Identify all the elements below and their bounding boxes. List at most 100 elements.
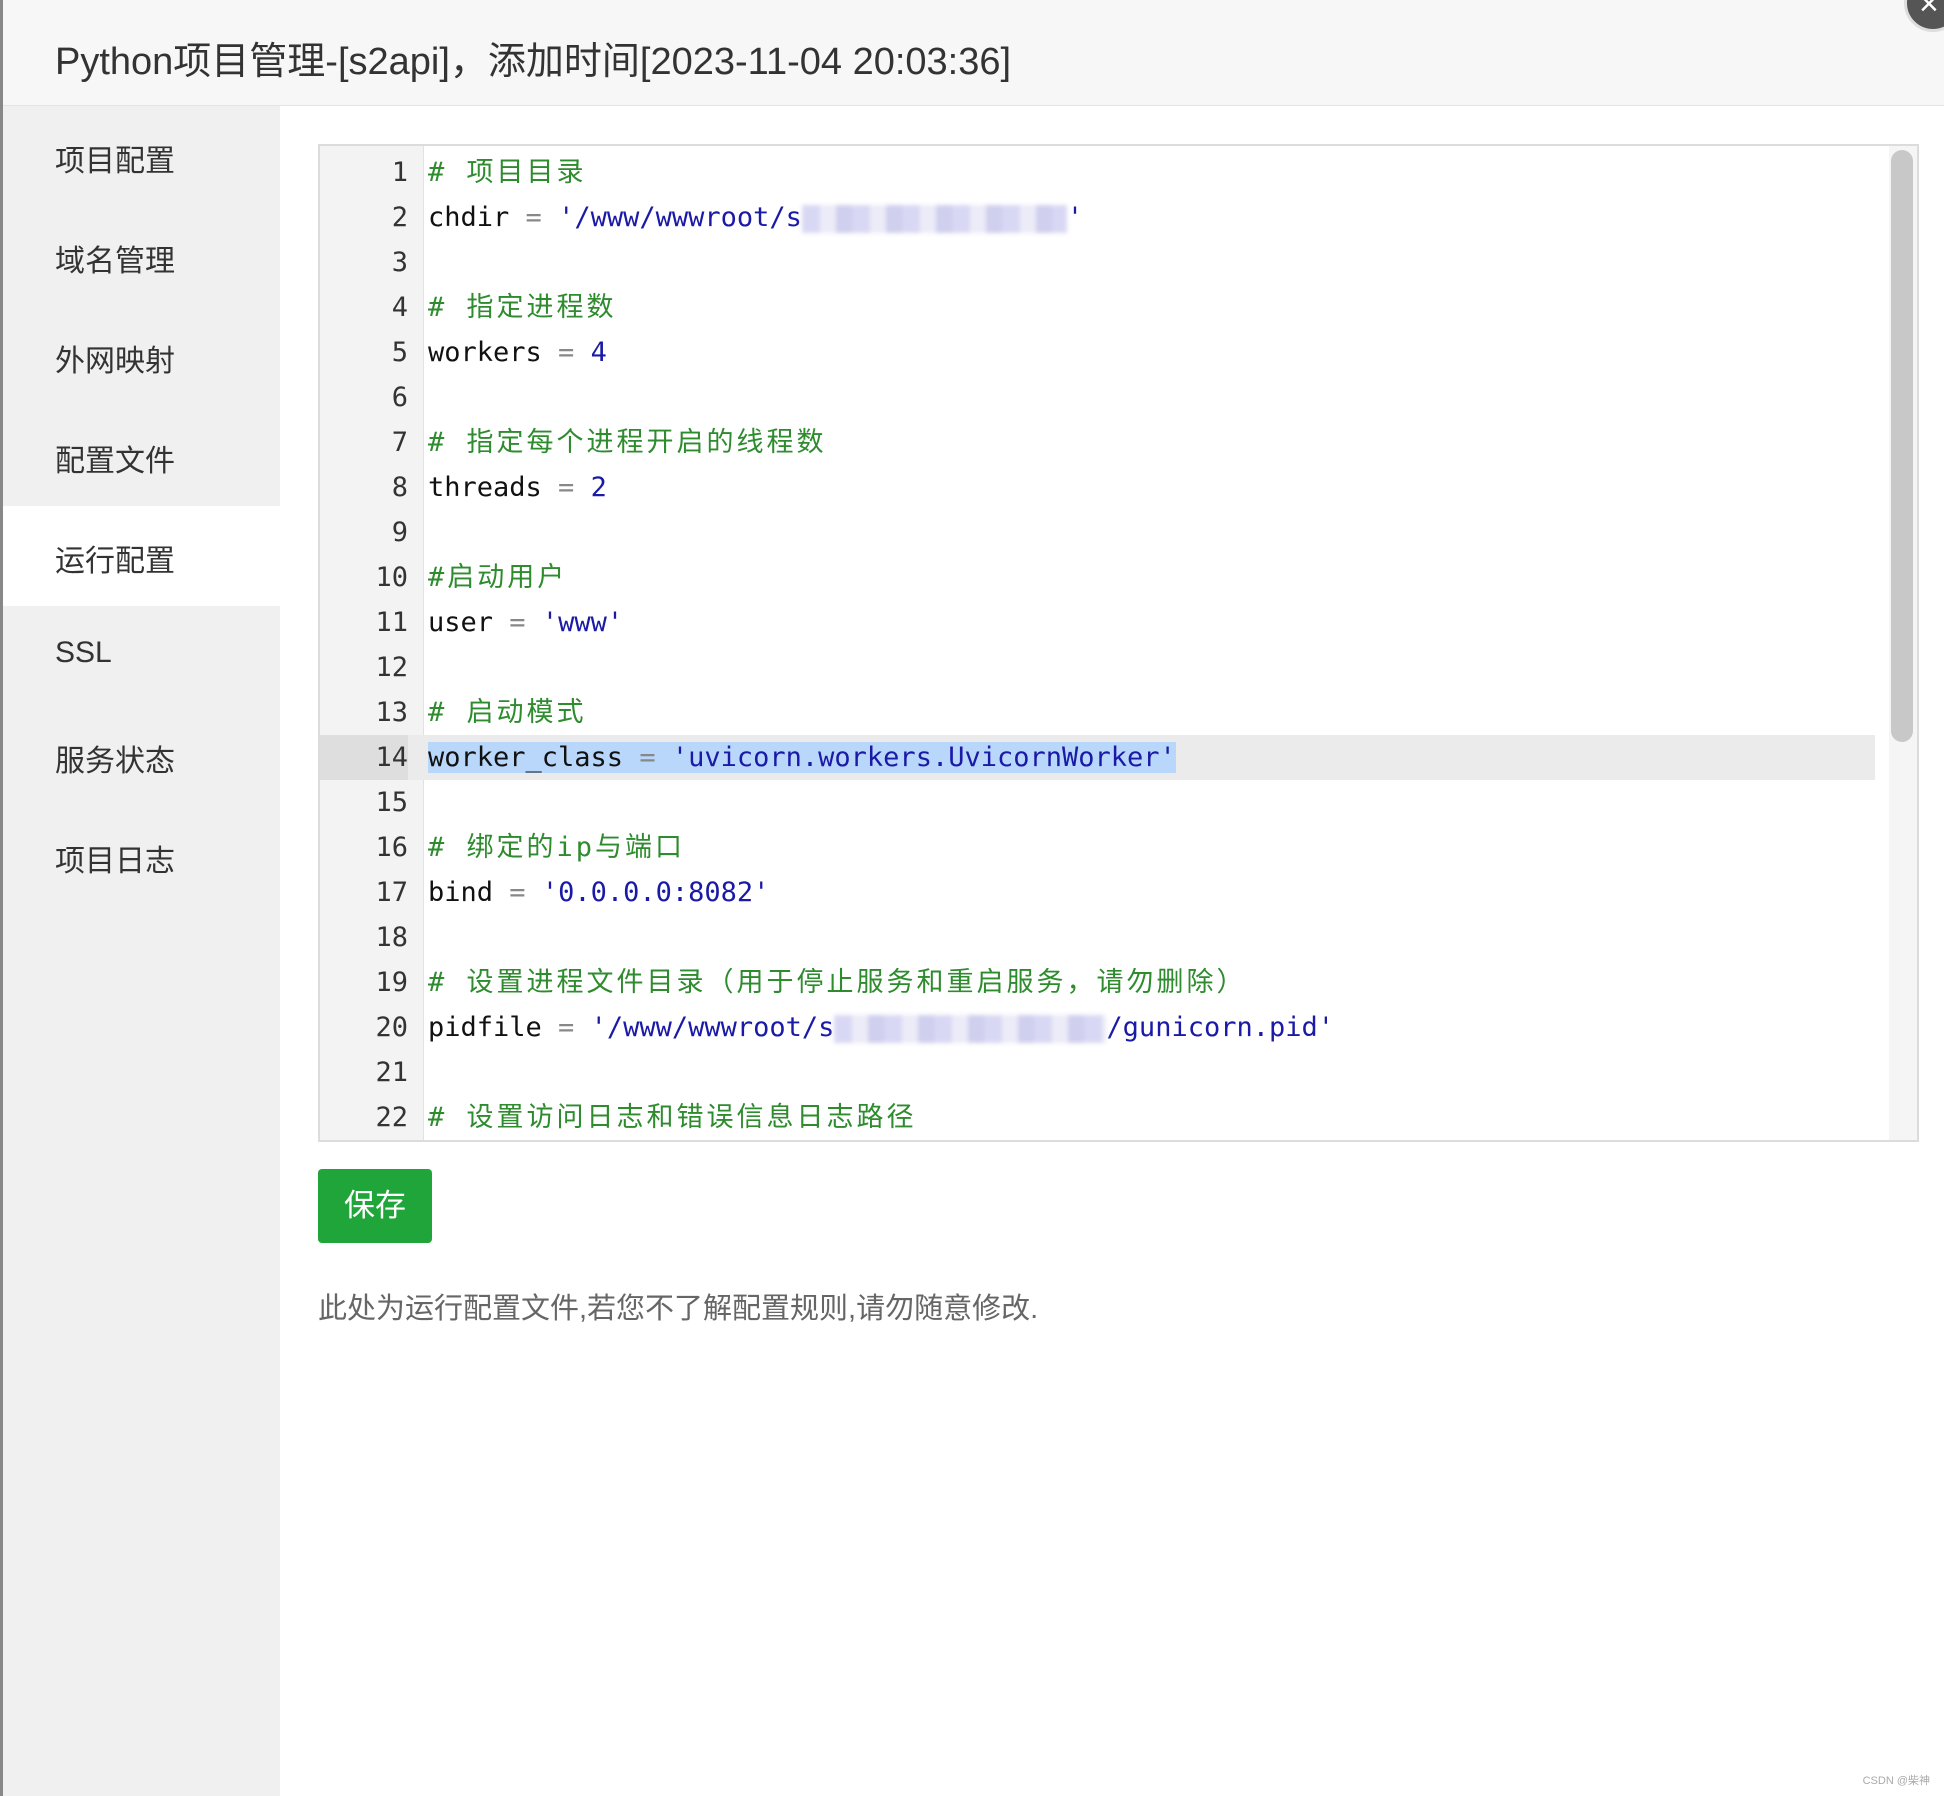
code-string: '/www/wwwroot/s — [590, 1012, 835, 1043]
code-line[interactable]: 10 #启动用户 — [320, 555, 1875, 600]
editor-scrollbar[interactable] — [1889, 146, 1917, 1140]
code-key: workers — [428, 337, 542, 368]
save-button[interactable]: 保存 — [318, 1169, 432, 1243]
dialog-titlebar: Python项目管理-[s2api]，添加时间[2023-11-04 20:03… — [3, 0, 1944, 106]
code-text: user = 'www' — [428, 600, 623, 645]
code-text: threads = 2 — [428, 465, 607, 510]
code-comment: # 设置进程文件目录（用于停止服务和重启服务，请勿删除） — [428, 967, 1247, 998]
code-string: 'www' — [541, 607, 624, 638]
line-number: 11 — [375, 607, 408, 638]
code-line[interactable]: 6 — [320, 375, 1875, 420]
sidebar-item-ssl[interactable]: SSL — [3, 606, 280, 706]
sidebar-item-label: 项目日志 — [55, 845, 175, 878]
line-number: 3 — [391, 247, 408, 278]
code-number: 2 — [590, 472, 607, 503]
code-line[interactable]: 1 # 项目目录 — [320, 150, 1875, 195]
code-key: chdir — [428, 202, 510, 233]
line-number: 10 — [375, 562, 408, 593]
line-number: 7 — [391, 427, 408, 458]
line-number: 4 — [391, 292, 408, 323]
code-line[interactable]: 4 # 指定进程数 — [320, 285, 1875, 330]
code-string: 'uvicorn.workers.UvicornWorker' — [671, 742, 1176, 773]
code-text: worker_class = 'uvicorn.workers.UvicornW… — [428, 735, 1176, 780]
code-comment: # 项目目录 — [428, 157, 587, 188]
code-text: # 设置访问日志和错误信息日志路径 — [428, 1095, 917, 1140]
sidebar-item-domain[interactable]: 域名管理 — [3, 206, 280, 306]
line-number: 19 — [375, 967, 408, 998]
code-line[interactable]: 11 user = 'www' — [320, 600, 1875, 645]
line-number: 6 — [391, 382, 408, 413]
code-line[interactable]: 9 — [320, 510, 1875, 555]
sidebar-item-service-status[interactable]: 服务状态 — [3, 706, 280, 806]
code-line[interactable]: 21 — [320, 1050, 1875, 1095]
code-comment: # 绑定的ip与端口 — [428, 832, 686, 863]
redacted-path — [834, 1014, 1107, 1043]
code-line[interactable]: 2 chdir = '/www/wwwroot/s ' — [320, 195, 1875, 240]
sidebar-item-external-mapping[interactable]: 外网映射 — [3, 306, 280, 406]
code-key: pidfile — [428, 1012, 542, 1043]
config-warning-text: 此处为运行配置文件,若您不了解配置规则,请勿随意修改. — [318, 1293, 1039, 1325]
sidebar-item-project-log[interactable]: 项目日志 — [3, 806, 280, 906]
line-number: 9 — [391, 517, 408, 548]
code-lines[interactable]: 1 # 项目目录 2 chdir = '/www/wwwroot/s ' 3 4 # 指定进程… — [320, 150, 1875, 1140]
code-line[interactable]: 16 # 绑定的ip与端口 — [320, 825, 1875, 870]
line-number: 20 — [375, 1012, 408, 1043]
code-text: # 指定进程数 — [428, 285, 617, 330]
line-number: 16 — [375, 832, 408, 863]
code-comment: # 指定每个进程开启的线程数 — [428, 427, 827, 458]
project-dialog: Python项目管理-[s2api]，添加时间[2023-11-04 20:03… — [0, 0, 1944, 1796]
code-operator: = — [541, 472, 591, 503]
code-operator: = — [493, 607, 542, 638]
code-key: worker_class — [428, 742, 624, 773]
sidebar-item-run-config[interactable]: 运行配置 — [3, 506, 280, 606]
code-string: '0.0.0.0:8082' — [541, 877, 770, 908]
code-line[interactable]: 19 # 设置进程文件目录（用于停止服务和重启服务，请勿删除） — [320, 960, 1875, 1005]
code-text: #启动用户 — [428, 555, 567, 600]
redacted-path — [801, 204, 1067, 233]
dialog-title: Python项目管理-[s2api]，添加时间[2023-11-04 20:03… — [55, 41, 1012, 83]
code-line[interactable]: 18 — [320, 915, 1875, 960]
line-number: 22 — [375, 1102, 408, 1133]
code-line[interactable]: 7 # 指定每个进程开启的线程数 — [320, 420, 1875, 465]
sidebar-item-label: 项目配置 — [55, 145, 175, 178]
code-line[interactable]: 17 bind = '0.0.0.0:8082' — [320, 870, 1875, 915]
code-string: '/www/wwwroot/s — [558, 202, 802, 233]
code-line[interactable]: 12 — [320, 645, 1875, 690]
code-line[interactable]: 15 — [320, 780, 1875, 825]
code-text: # 项目目录 — [428, 150, 587, 195]
code-key: user — [428, 607, 494, 638]
code-comment: # 启动模式 — [428, 697, 587, 728]
code-key: threads — [428, 472, 542, 503]
sidebar-item-label: SSL — [55, 636, 112, 669]
code-line[interactable]: 14 worker_class = 'uvicorn.workers.Uvicor… — [320, 735, 1875, 780]
code-line[interactable]: 5 workers = 4 — [320, 330, 1875, 375]
code-string: ' — [1066, 202, 1084, 233]
line-number: 5 — [391, 337, 408, 368]
line-number: 2 — [391, 202, 408, 233]
code-text: chdir = '/www/wwwroot/s ' — [428, 195, 1083, 240]
sidebar-item-project-config[interactable]: 项目配置 — [3, 106, 280, 206]
code-line[interactable]: 8 threads = 2 — [320, 465, 1875, 510]
sidebar-nav: 项目配置 域名管理 外网映射 配置文件 运行配置 SSL 服务状态 项目日志 — [3, 106, 280, 1796]
code-comment: # 设置访问日志和错误信息日志路径 — [428, 1102, 917, 1133]
sidebar-item-label: 外网映射 — [55, 345, 175, 378]
code-line[interactable]: 13 # 启动模式 — [320, 690, 1875, 735]
code-text: workers = 4 — [428, 330, 607, 375]
code-string: /gunicorn.pid' — [1106, 1012, 1334, 1043]
code-editor[interactable]: 1 # 项目目录 2 chdir = '/www/wwwroot/s ' 3 4 # 指定进程… — [318, 144, 1919, 1142]
line-number: 21 — [375, 1057, 408, 1088]
code-text: # 指定每个进程开启的线程数 — [428, 420, 827, 465]
code-operator: = — [541, 337, 591, 368]
code-line[interactable]: 3 — [320, 240, 1875, 285]
code-line[interactable]: 20 pidfile = '/www/wwwroot/s/gunicorn.pid… — [320, 1005, 1875, 1050]
code-text: pidfile = '/www/wwwroot/s/gunicorn.pid' — [428, 1005, 1334, 1050]
code-operator: = — [509, 202, 559, 233]
save-button-label: 保存 — [344, 1188, 406, 1223]
selection-highlight: worker_class = 'uvicorn.workers.UvicornW… — [428, 742, 1176, 773]
code-line[interactable]: 22 # 设置访问日志和错误信息日志路径 — [320, 1095, 1875, 1140]
scrollbar-thumb[interactable] — [1891, 150, 1913, 742]
sidebar-item-config-file[interactable]: 配置文件 — [3, 406, 280, 506]
watermark: CSDN @柴神 — [1862, 1775, 1930, 1787]
code-key: bind — [428, 877, 494, 908]
sidebar-item-label: 服务状态 — [55, 745, 175, 778]
